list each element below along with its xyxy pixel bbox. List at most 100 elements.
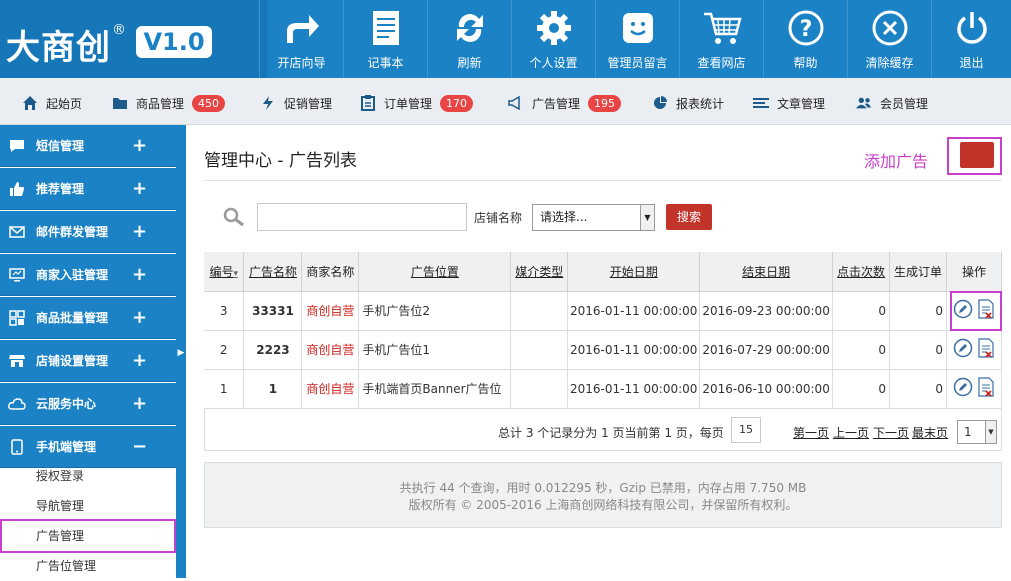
nav-item-goods[interactable]: 商品管理 450 [112,93,226,113]
cell-merchant: 商创自营 [301,291,360,331]
nav-item-label: 订单管理 [384,96,433,111]
sidebar-subitem-nav-manage[interactable]: 导航管理 [0,491,176,521]
top-button-logout[interactable]: 退出 [931,0,1011,78]
page-select[interactable]: 1 ▼ [957,420,997,444]
chevron-right-icon[interactable]: ▶ [176,343,186,363]
cell-actions [946,330,1003,370]
nav-item-label: 商品管理 [136,96,185,111]
cell-media [510,330,569,370]
first-page-link[interactable]: 第一页 [793,424,829,441]
add-ad-button[interactable] [960,142,994,168]
sidebar-group-store[interactable]: 店铺设置管理 + [0,340,176,382]
cell-position: 手机广告位1 [358,330,512,370]
page-title: 管理中心 - 广告列表 [204,151,357,171]
top-button-label: 开店向导 [277,56,326,70]
gear-icon [534,8,574,48]
sidebar-subitem-auth-login[interactable]: 授权登录 [0,461,176,491]
nav-item-promotion[interactable]: 促销管理 [260,93,332,113]
page-size-input[interactable]: 15 [731,417,761,443]
sidebar-group-cloud[interactable]: 云服务中心 + [0,383,176,425]
notepad-icon [366,8,406,48]
collapse-icon[interactable]: − [132,436,147,457]
cell-clicks: 0 [832,291,891,331]
sidebar: 短信管理 + 推荐管理 + 邮件群发管理 + 商家入驻管理 + 商品批量管理 +… [0,125,176,578]
sidebar-subitem-ad-position[interactable]: 广告位管理 [0,551,176,581]
pie-chart-icon [652,95,668,111]
megaphone-icon [508,95,524,111]
prev-page-link[interactable]: 上一页 [833,424,869,441]
expand-icon[interactable]: + [132,350,147,371]
column-header-clicks[interactable]: 点击次数 [832,252,891,292]
expand-icon[interactable]: + [132,307,147,328]
nav-item-ads[interactable]: 广告管理 195 [508,93,622,113]
cell-name: 33331 [243,291,303,331]
top-button-clear-cache[interactable]: 清除缓存 [847,0,931,78]
column-header-end[interactable]: 结束日期 [699,252,834,292]
column-header-id[interactable]: 编号▾ [204,252,245,292]
next-page-link[interactable]: 下一页 [873,424,909,441]
nav-item-orders[interactable]: 订单管理 170 [360,93,474,113]
sidebar-subitem-ad-manage[interactable]: 广告管理 [0,519,176,553]
nav-item-articles[interactable]: 文章管理 [753,93,825,113]
top-button-help[interactable]: ? 帮助 [763,0,847,78]
logo: 大商创 ® V1.0 [0,0,267,78]
top-button-setup-wizard[interactable]: 开店向导 [259,0,343,78]
top-button-refresh[interactable]: 刷新 [427,0,511,78]
cell-end: 2016-07-29 00:00:00 [699,330,834,370]
edit-icon[interactable] [953,338,973,361]
last-page-link[interactable]: 最末页 [912,424,948,441]
sidebar-group-label: 商家入驻管理 [36,268,109,282]
top-button-admin-message[interactable]: 管理员留言 [595,0,679,78]
top-button-label: 管理员留言 [607,56,668,70]
column-header-name[interactable]: 广告名称 [243,252,303,292]
column-header-actions: 操作 [946,252,1003,292]
column-header-orders: 生成订单 [889,252,947,292]
table-row: 3 33331 商创自营 手机广告位2 2016-01-11 00:00:00 … [204,291,1003,331]
cart-icon [702,8,742,48]
expand-icon[interactable]: + [132,178,147,199]
cell-name: 1 [243,369,303,409]
remove-icon[interactable] [977,338,995,361]
nav-item-members[interactable]: 会员管理 [856,93,928,113]
top-button-personal-settings[interactable]: 个人设置 [511,0,595,78]
sort-desc-icon: ▾ [233,268,238,279]
nav-item-reports[interactable]: 报表统计 [652,93,724,113]
nav-item-label: 会员管理 [880,96,929,111]
top-button-notepad[interactable]: 记事本 [343,0,427,78]
logo-text: 大商创 [6,28,111,68]
expand-icon[interactable]: + [132,221,147,242]
sidebar-group-recommend[interactable]: 推荐管理 + [0,168,176,210]
chevron-down-icon: ▼ [640,205,654,230]
expand-icon[interactable]: + [132,393,147,414]
cell-orders: 0 [889,291,947,331]
top-button-view-store[interactable]: 查看网店 [679,0,763,78]
shop-select[interactable]: 请选择... ▼ [532,204,655,231]
nav-item-home[interactable]: 起始页 [22,93,82,113]
expand-icon[interactable]: + [132,135,147,156]
column-header-start[interactable]: 开始日期 [567,252,701,292]
logo-registered-mark: ® [112,22,126,38]
sidebar-group-batch[interactable]: 商品批量管理 + [0,297,176,339]
chat-icon [8,139,26,153]
column-header-media[interactable]: 媒介类型 [510,252,569,292]
top-button-label: 退出 [959,56,984,70]
message-icon [618,8,658,48]
footer-stats: 共执行 44 个查询，用时 0.012295 秒，Gzip 已禁用，内存占用 7… [399,481,807,495]
expand-icon[interactable]: + [132,264,147,285]
cell-id: 1 [204,369,245,409]
search-input[interactable] [257,203,467,231]
cell-end: 2016-09-23 00:00:00 [699,291,834,331]
close-circle-icon [870,8,910,48]
add-ad-link[interactable]: 添加广告 [864,148,928,172]
sidebar-group-sms[interactable]: 短信管理 + [0,125,176,167]
search-button[interactable]: 搜索 [666,204,712,230]
nav-item-label: 起始页 [46,96,83,111]
version-badge: V1.0 [136,26,212,58]
sidebar-group-mail[interactable]: 邮件群发管理 + [0,211,176,253]
edit-icon[interactable] [953,377,973,400]
cell-start: 2016-01-11 00:00:00 [567,291,701,331]
remove-icon[interactable] [977,377,995,400]
sidebar-group-merchant[interactable]: 商家入驻管理 + [0,254,176,296]
column-header-position[interactable]: 广告位置 [358,252,512,292]
cell-start: 2016-01-11 00:00:00 [567,330,701,370]
